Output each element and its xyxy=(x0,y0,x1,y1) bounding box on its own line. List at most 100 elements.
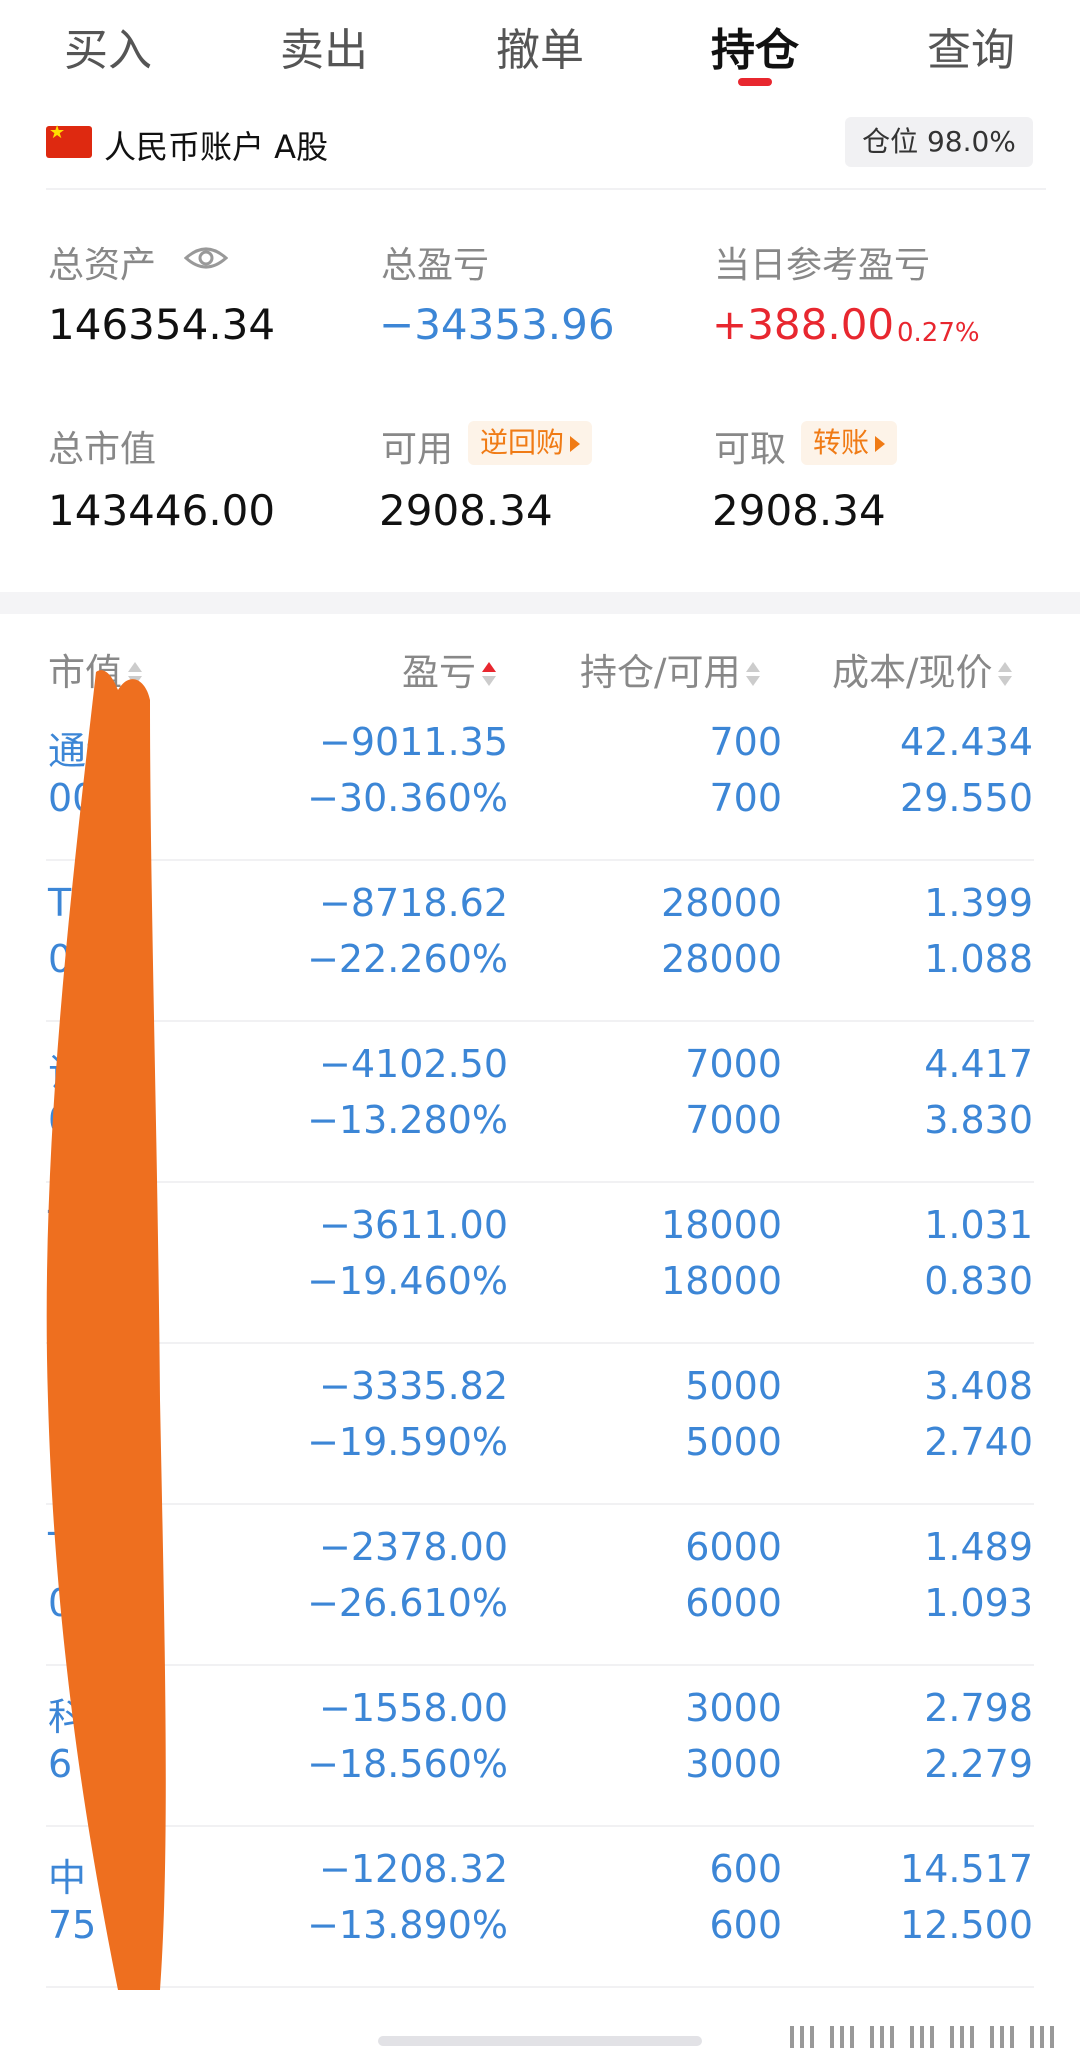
withdrawable-value: 2908.34 xyxy=(712,486,886,535)
header-cost-price-label: 成本/现价 xyxy=(832,651,993,694)
eye-icon[interactable] xyxy=(184,242,228,274)
total-pl-value: −34353.96 xyxy=(379,300,615,349)
position-row[interactable]: TF 00 −8718.62 −22.260% 28000 28000 1.399 1.088 xyxy=(0,861,1080,1022)
sort-icon xyxy=(746,660,761,690)
cost-price: 1.399 xyxy=(924,881,1033,925)
withdrawable-label: 可取 xyxy=(714,429,787,470)
total-assets-label: 总资产 xyxy=(48,245,157,286)
stock-market-value: 00 xyxy=(48,1098,97,1142)
position-row[interactable]: TF 0 −2378.00 −26.610% 6000 6000 1.489 1.093 xyxy=(0,1505,1080,1666)
pl-percent: −30.360% xyxy=(307,776,508,820)
current-price: 12.500 xyxy=(900,1903,1033,1947)
account-row: ★ 人民币账户 A股 仓位 98.0% xyxy=(0,112,1080,176)
total-pl-label: 总盈亏 xyxy=(381,245,490,286)
stock-market-value: 0 xyxy=(48,1581,73,1625)
china-flag-icon: ★ xyxy=(46,122,92,158)
header-cost-price[interactable]: 成本/现价 xyxy=(832,642,1013,696)
pl-amount: −4102.50 xyxy=(319,1042,508,1086)
stock-name: 证券 xyxy=(48,1051,125,1095)
account-name[interactable]: 人民币账户 A股 xyxy=(104,122,328,168)
keyboard-icon[interactable] xyxy=(790,2022,1060,2052)
header-market-value-label: 市值 xyxy=(48,651,122,694)
holding-qty: 28000 xyxy=(661,881,782,925)
pl-amount: −8718.62 xyxy=(319,881,508,925)
stock-name: 通讯 xyxy=(48,729,125,773)
pl-percent: −19.460% xyxy=(307,1259,508,1303)
position-ratio-badge: 仓位 98.0% xyxy=(845,117,1033,167)
pl-amount: −3611.00 xyxy=(319,1203,508,1247)
cost-price: 3.408 xyxy=(924,1364,1033,1408)
tab-query[interactable]: 查询 xyxy=(927,14,1015,78)
stock-market-value: 6 0 xyxy=(48,1742,109,1786)
current-price: 0.830 xyxy=(924,1259,1033,1303)
position-row[interactable]: 广机 00 −3335.82 −19.590% 5000 5000 3.408 2.740 xyxy=(0,1344,1080,1505)
current-price: 1.093 xyxy=(924,1581,1033,1625)
stock-name: TF xyxy=(48,1525,94,1569)
day-pl-label: 当日参考盈亏 xyxy=(714,245,931,286)
pl-amount: −1208.32 xyxy=(319,1847,508,1891)
cost-price: 4.417 xyxy=(924,1042,1033,1086)
stock-market-value: 00 xyxy=(48,1420,97,1464)
available-qty: 3000 xyxy=(685,1742,782,1786)
position-row[interactable]: 中 电 75 00 −1208.32 −13.890% 600 600 14.517 12.5… xyxy=(0,1827,1080,1988)
pl-amount: −1558.00 xyxy=(319,1686,508,1730)
section-divider xyxy=(0,592,1080,614)
stock-name: TF xyxy=(48,1203,94,1247)
tab-cancel[interactable]: 撤单 xyxy=(496,14,584,78)
holding-qty: 18000 xyxy=(661,1203,782,1247)
current-price: 2.740 xyxy=(924,1420,1033,1464)
pl-percent: −22.260% xyxy=(307,937,508,981)
stock-market-value: 75 00 xyxy=(48,1903,157,1947)
position-row[interactable]: 通讯 00 −9011.35 −30.360% 700 700 42.434 29.550 xyxy=(0,700,1080,861)
current-price: 2.279 xyxy=(924,1742,1033,1786)
stock-market-value: 00 xyxy=(48,776,97,820)
available-qty: 5000 xyxy=(685,1420,782,1464)
pl-percent: −26.610% xyxy=(307,1581,508,1625)
stock-market-value: 00 xyxy=(48,1259,97,1303)
market-value-label: 总市值 xyxy=(48,429,157,470)
sort-icon xyxy=(482,660,496,690)
reverse-repo-label: 逆回购 xyxy=(480,426,565,459)
position-row[interactable]: 证券 00 −4102.50 −13.280% 7000 7000 4.417 3.830 xyxy=(0,1022,1080,1183)
cost-price: 1.489 xyxy=(924,1525,1033,1569)
top-tab-bar: 买入 卖出 撤单 持仓 查询 xyxy=(0,0,1080,90)
pl-amount: −9011.35 xyxy=(319,720,508,764)
reverse-repo-button[interactable]: 逆回购 xyxy=(468,421,593,465)
cost-price: 14.517 xyxy=(900,1847,1033,1891)
holding-qty: 600 xyxy=(709,1847,782,1891)
position-row[interactable]: 科 50 6 0 −1558.00 −18.560% 3000 3000 2.798 2.27… xyxy=(0,1666,1080,1827)
home-indicator[interactable] xyxy=(378,2036,702,2046)
pl-amount: −2378.00 xyxy=(319,1525,508,1569)
divider xyxy=(46,188,1046,190)
stock-market-value: 00 xyxy=(48,937,97,981)
available-qty: 7000 xyxy=(685,1098,782,1142)
transfer-button[interactable]: 转账 xyxy=(801,421,898,465)
stock-name: 广机 xyxy=(48,1373,125,1417)
sort-icon xyxy=(128,660,142,690)
position-row[interactable]: TF 00 −3611.00 −19.460% 18000 18000 1.031 0.830 xyxy=(0,1183,1080,1344)
stock-name: 中 电 xyxy=(48,1856,137,1900)
cost-price: 42.434 xyxy=(900,720,1033,764)
chevron-right-icon xyxy=(875,436,886,452)
holding-qty: 6000 xyxy=(685,1525,782,1569)
cost-price: 2.798 xyxy=(924,1686,1033,1730)
header-hold-available[interactable]: 持仓/可用 xyxy=(580,642,761,696)
header-pl[interactable]: 盈亏 xyxy=(402,642,496,696)
current-price: 1.088 xyxy=(924,937,1033,981)
tab-positions[interactable]: 持仓 xyxy=(711,14,799,78)
tab-buy[interactable]: 买入 xyxy=(64,14,152,78)
holding-qty: 3000 xyxy=(685,1686,782,1730)
available-qty: 700 xyxy=(709,776,782,820)
stock-name: TF xyxy=(48,881,94,925)
stock-name: 科 50 xyxy=(48,1695,147,1739)
market-value: 143446.00 xyxy=(48,486,276,535)
pl-percent: −19.590% xyxy=(307,1420,508,1464)
sort-icon xyxy=(998,660,1013,690)
active-tab-indicator xyxy=(738,78,772,86)
tab-sell[interactable]: 卖出 xyxy=(280,14,368,78)
available-qty: 600 xyxy=(709,1903,782,1947)
header-market-value[interactable]: 市值 xyxy=(48,642,142,696)
row-divider xyxy=(46,1986,1034,1988)
pl-percent: −13.280% xyxy=(307,1098,508,1142)
available-label: 可用 xyxy=(381,429,454,470)
